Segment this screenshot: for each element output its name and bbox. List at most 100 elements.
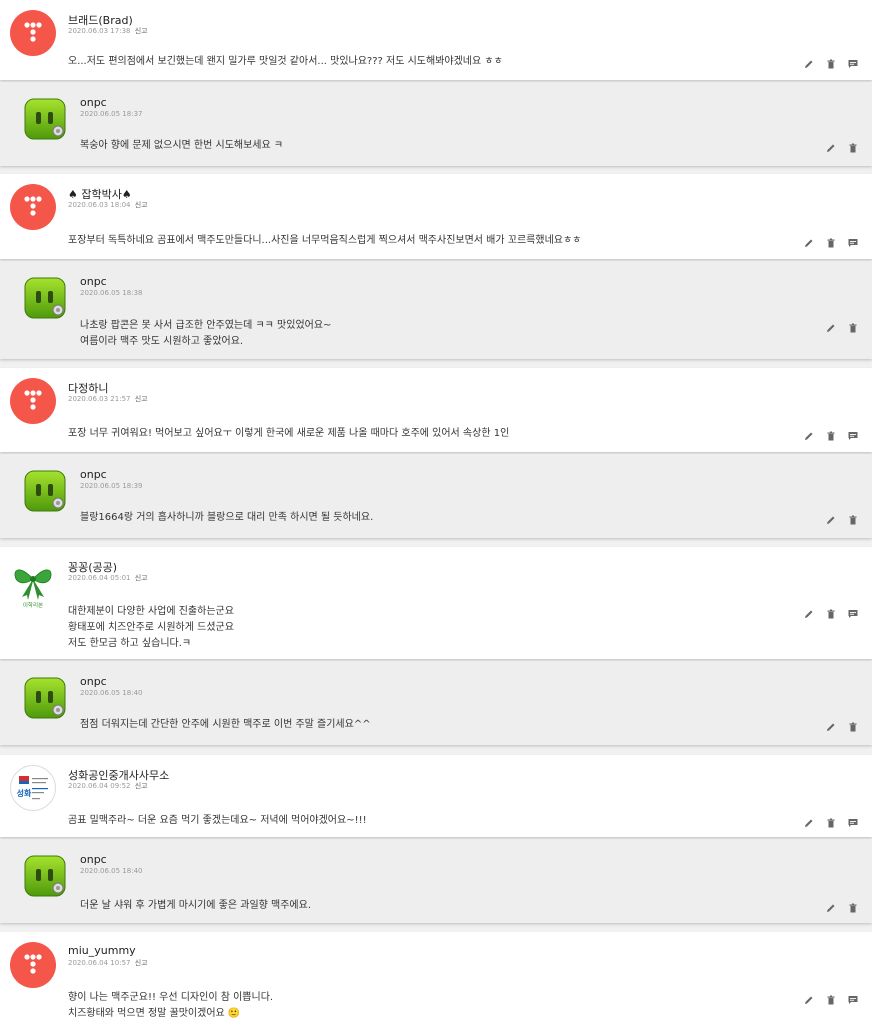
delete-icon[interactable] (848, 143, 858, 153)
reply-meta: 2020.06.05 18:40 (80, 867, 142, 875)
onpc-avatar[interactable] (22, 275, 68, 321)
report-link[interactable]: 신고 (135, 574, 148, 582)
reply-author[interactable]: onpc (80, 675, 107, 688)
comment-author[interactable]: miu_yummy (68, 944, 136, 957)
edit-icon[interactable] (826, 515, 836, 525)
reply-icon[interactable] (848, 609, 858, 619)
edit-icon[interactable] (826, 722, 836, 732)
avatar[interactable] (10, 378, 56, 424)
reply-author[interactable]: onpc (80, 853, 107, 866)
reply-date: 2020.06.05 18:40 (80, 689, 143, 697)
report-link[interactable]: 신고 (135, 201, 148, 209)
edit-icon[interactable] (804, 59, 814, 69)
reply-icon[interactable] (848, 238, 858, 248)
avatar[interactable] (10, 942, 56, 988)
reply-line: 더운 날 샤워 후 가볍게 마시기에 좋은 과일향 맥주에요. (80, 900, 312, 911)
comment-text: 곰표 밀맥주라~ 더운 요즘 먹기 좋겠는데요~ 저녁에 먹어야겠어요~!!! (68, 813, 367, 829)
reply-card: onpc 2020.06.05 18:38 나초랑 팝콘은 못 사서 급조한 안… (0, 261, 872, 359)
reply-card: onpc 2020.06.05 18:37 복숭아 향에 문제 없으시면 한번 … (0, 82, 872, 166)
comment-meta: 2020.06.03 17:38 신고 (68, 26, 148, 36)
reply-line: 나초랑 팝콘은 못 사서 급조한 안주였는데 ㅋㅋ 맛있었어요~ (80, 320, 332, 331)
tistory-dots-icon (24, 22, 42, 42)
reply-author[interactable]: onpc (80, 468, 107, 481)
reply-meta: 2020.06.05 18:37 (80, 110, 142, 118)
comment-line: 저도 한모금 하고 싶습니다.ㅋ (68, 638, 192, 649)
report-link[interactable]: 신고 (135, 27, 148, 35)
comment-line: 오...저도 편의점에서 보긴했는데 왠지 밀가루 맛일것 같아서... 맛있나… (68, 56, 503, 67)
edit-icon[interactable] (804, 818, 814, 828)
comment-line: 곰표 밀맥주라~ 더운 요즘 먹기 좋겠는데요~ 저녁에 먹어야겠어요~!!! (68, 815, 367, 826)
reply-text: 복숭아 향에 문제 없으시면 한번 시도해보세요 ㅋ (80, 138, 283, 154)
edit-icon[interactable] (826, 143, 836, 153)
robot-icon (24, 277, 66, 319)
reply-line: 블랑1664랑 거의 흡사하니까 블랑으로 대리 만족 하시면 될 듯하네요. (80, 512, 374, 523)
delete-icon[interactable] (848, 515, 858, 525)
delete-icon[interactable] (848, 323, 858, 333)
reply-date: 2020.06.05 18:37 (80, 110, 143, 118)
delete-icon[interactable] (848, 722, 858, 732)
tistory-dots-icon (24, 196, 42, 216)
robot-icon (24, 677, 66, 719)
reply-text: 블랑1664랑 거의 흡사하니까 블랑으로 대리 만족 하시면 될 듯하네요. (80, 510, 373, 526)
reply-line: 복숭아 향에 문제 없으시면 한번 시도해보세요 ㅋ (80, 140, 284, 151)
edit-icon[interactable] (826, 903, 836, 913)
delete-icon[interactable] (826, 995, 836, 1005)
reply-date: 2020.06.05 18:40 (80, 867, 143, 875)
avatar[interactable]: 성화 (10, 765, 56, 811)
reply-meta: 2020.06.05 18:38 (80, 289, 142, 297)
delete-icon[interactable] (826, 238, 836, 248)
delete-icon[interactable] (826, 59, 836, 69)
reply-line: 점점 더워지는데 간단한 안주에 시원한 맥주로 이번 주말 즐기세요^^ (80, 719, 371, 730)
comment-line: 포장부터 독특하네요 곰표에서 맥주도만들다니...사진을 너무먹음직스럽게 찍… (68, 235, 582, 246)
report-link[interactable]: 신고 (135, 395, 148, 403)
reply-date: 2020.06.05 18:39 (80, 482, 143, 490)
comment-date: 2020.06.04 09:52 (68, 782, 131, 790)
reply-actions (826, 903, 858, 913)
comment-date: 2020.06.04 10:57 (68, 959, 131, 967)
avatar[interactable] (10, 184, 56, 230)
comment-line: 포장 너무 귀여워요! 먹어보고 싶어요ㅜ 이렇게 한국에 새로운 제품 나올 … (68, 428, 510, 439)
comment-actions (804, 609, 858, 619)
onpc-avatar[interactable] (22, 96, 68, 142)
reply-text: 나초랑 팝콘은 못 사서 급조한 안주였는데 ㅋㅋ 맛있었어요~ 여름이라 맥주… (80, 318, 331, 350)
onpc-avatar[interactable] (22, 675, 68, 721)
reply-actions (826, 323, 858, 333)
reply-icon[interactable] (848, 995, 858, 1005)
comment-card: 다정하니 2020.06.03 21:57 신고 포장 너무 귀여워요! 먹어보… (0, 368, 872, 452)
edit-icon[interactable] (804, 238, 814, 248)
comment-line: 황태포에 치즈안주로 시원하게 드셨군요 (68, 622, 234, 633)
report-link[interactable]: 신고 (135, 959, 148, 967)
reply-icon[interactable] (848, 59, 858, 69)
comment-actions (804, 59, 858, 69)
delete-icon[interactable] (826, 609, 836, 619)
edit-icon[interactable] (804, 995, 814, 1005)
reply-actions (826, 722, 858, 732)
reply-card: onpc 2020.06.05 18:40 점점 더워지는데 간단한 안주에 시… (0, 661, 872, 745)
onpc-avatar[interactable] (22, 853, 68, 899)
reply-author[interactable]: onpc (80, 275, 107, 288)
avatar[interactable] (10, 10, 56, 56)
reply-actions (826, 143, 858, 153)
edit-icon[interactable] (826, 323, 836, 333)
reply-icon[interactable] (848, 431, 858, 441)
comment-actions (804, 238, 858, 248)
edit-icon[interactable] (804, 609, 814, 619)
avatar[interactable]: 이학리본 (10, 557, 56, 609)
comment-date: 2020.06.03 17:38 (68, 27, 131, 35)
delete-icon[interactable] (848, 903, 858, 913)
reply-author[interactable]: onpc (80, 96, 107, 109)
onpc-avatar[interactable] (22, 468, 68, 514)
comment-meta: 2020.06.04 10:57 신고 (68, 958, 148, 968)
tistory-dots-icon (24, 390, 42, 410)
reply-actions (826, 515, 858, 525)
report-link[interactable]: 신고 (135, 782, 148, 790)
comment-card: 성화 성화공인중개사사무소 2020.06.04 09:52 신고 곰표 밀맥주… (0, 755, 872, 837)
delete-icon[interactable] (826, 818, 836, 828)
comment-text: 포장 너무 귀여워요! 먹어보고 싶어요ㅜ 이렇게 한국에 새로운 제품 나올 … (68, 426, 509, 442)
edit-icon[interactable] (804, 431, 814, 441)
delete-icon[interactable] (826, 431, 836, 441)
comment-text: 대한제분이 다양한 사업에 진출하는군요 황태포에 치즈안주로 시원하게 드셨군… (68, 604, 234, 652)
comment-line: 치즈황태와 먹으면 정말 꿀맛이겠어요 🙂 (68, 1008, 241, 1019)
reply-icon[interactable] (848, 818, 858, 828)
comment-text: 오...저도 편의점에서 보긴했는데 왠지 밀가루 맛일것 같아서... 맛있나… (68, 54, 503, 70)
